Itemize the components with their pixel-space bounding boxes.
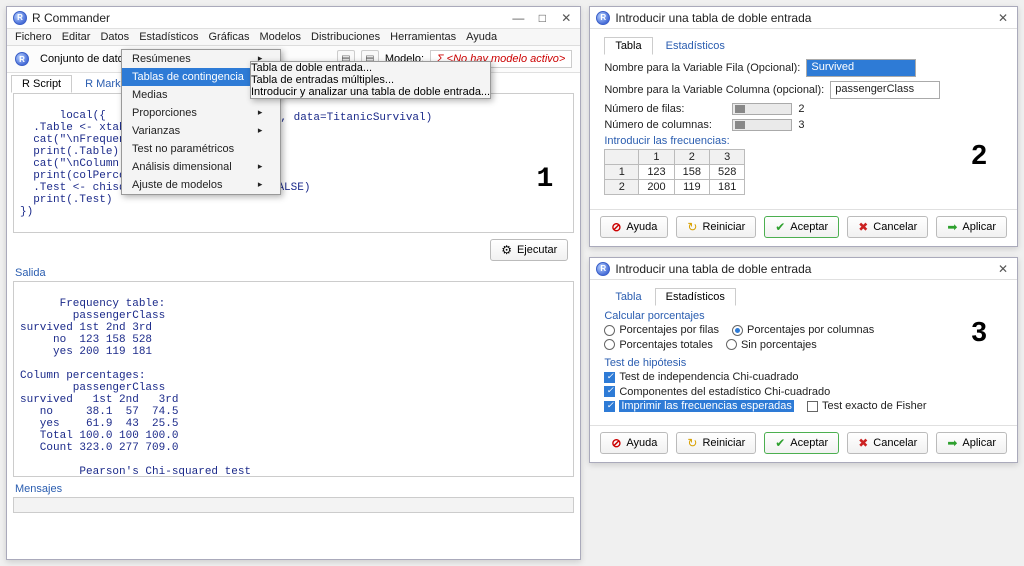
annotation-3: 3 <box>971 316 987 348</box>
nrows-slider[interactable] <box>732 103 792 115</box>
ncols-label: Número de columnas: <box>604 119 726 131</box>
tab-tabla[interactable]: Tabla <box>604 288 652 306</box>
col-var-input[interactable]: passengerClass <box>830 81 940 99</box>
check-expected[interactable]: Imprimir las frecuencias esperadas <box>604 400 794 412</box>
apply-button[interactable]: ➡Aplicar <box>936 432 1007 454</box>
cancel-icon: ✖ <box>858 220 868 234</box>
accept-button[interactable]: ✔Aceptar <box>764 432 839 454</box>
reset-icon: ↻ <box>687 436 697 450</box>
reset-button[interactable]: ↻Reiniciar <box>676 432 756 454</box>
window-title: R Commander <box>32 11 110 25</box>
menu-estadisticos[interactable]: Estadísticos <box>139 31 198 43</box>
sub-introducir-analizar[interactable]: Introducir y analizar una tabla de doble… <box>251 86 490 98</box>
close-button[interactable]: ✕ <box>558 11 574 25</box>
freq-table[interactable]: 123 1123158528 2200119181 <box>604 149 745 195</box>
radio-pct-col[interactable]: Porcentajes por columnas <box>732 324 874 336</box>
minimize-button[interactable]: — <box>510 11 526 25</box>
check-components[interactable]: Componentes del estadístico Chi-cuadrado <box>604 386 830 398</box>
tab-estadisticos[interactable]: Estadísticos <box>655 37 736 55</box>
ncols-value: 3 <box>798 119 804 131</box>
col-var-label: Nombre para la Variable Columna (opciona… <box>604 84 824 96</box>
nrows-value: 2 <box>798 103 804 115</box>
help-button[interactable]: ⊘Ayuda <box>600 432 668 454</box>
annotation-2: 2 <box>971 139 987 171</box>
nrows-label: Número de filas: <box>604 103 726 115</box>
help-button[interactable]: ⊘Ayuda <box>600 216 668 238</box>
annotation-1: 1 <box>537 164 554 195</box>
reset-icon: ↻ <box>687 220 697 234</box>
tab-rscript[interactable]: R Script <box>11 75 72 93</box>
row-var-input[interactable]: Survived <box>806 59 916 77</box>
gear-run-icon: ⚙ <box>501 243 512 257</box>
menu-fichero[interactable]: Fichero <box>15 31 52 43</box>
tab-estadisticos[interactable]: Estadísticos <box>655 288 736 306</box>
r-logo-icon: R <box>596 262 610 276</box>
check-fisher[interactable]: Test exacto de Fisher <box>807 400 927 412</box>
mensajes-pane[interactable] <box>13 497 574 513</box>
menu-datos[interactable]: Datos <box>100 31 129 43</box>
tab-tabla[interactable]: Tabla <box>604 37 652 55</box>
freq-label: Introducir las frecuencias: <box>604 135 1003 147</box>
dialog3-title: Introducir una tabla de doble entrada <box>615 262 811 276</box>
output-pane[interactable]: Frequency table: passengerClass survived… <box>13 281 574 477</box>
check-icon: ✔ <box>775 220 785 234</box>
script-pane[interactable]: local({ .Table <- xtab cat("\nFrequenc p… <box>13 93 574 233</box>
accept-button[interactable]: ✔Aceptar <box>764 216 839 238</box>
mensajes-label: Mensajes <box>7 481 580 497</box>
sub-tabla-doble[interactable]: Tabla de doble entrada... <box>251 62 490 74</box>
salida-label: Salida <box>7 265 580 281</box>
dialog3-buttons: ⊘Ayuda ↻Reiniciar ✔Aceptar ✖Cancelar ➡Ap… <box>590 425 1017 462</box>
menu-ayuda[interactable]: Ayuda <box>466 31 497 43</box>
apply-button[interactable]: ➡Aplicar <box>936 216 1007 238</box>
ncols-slider[interactable] <box>732 119 792 131</box>
reset-button[interactable]: ↻Reiniciar <box>676 216 756 238</box>
titlebar: R R Commander — □ ✕ <box>7 7 580 29</box>
cancel-button[interactable]: ✖Cancelar <box>847 216 928 238</box>
r-logo-icon: R <box>15 52 29 66</box>
rcommander-window: R R Commander — □ ✕ Fichero Editar Datos… <box>6 6 581 560</box>
pct-group-label: Calcular porcentajes <box>604 310 1003 322</box>
menu-distribuciones[interactable]: Distribuciones <box>311 31 380 43</box>
cancel-button[interactable]: ✖Cancelar <box>847 432 928 454</box>
help-icon: ⊘ <box>611 220 621 234</box>
stat-ajuste[interactable]: Ajuste de modelos <box>122 176 280 194</box>
r-logo-icon: R <box>596 11 610 25</box>
menu-herramientas[interactable]: Herramientas <box>390 31 456 43</box>
dialog2-title: Introducir una tabla de doble entrada <box>615 11 811 25</box>
sub-tabla-multiples[interactable]: Tabla de entradas múltiples... <box>251 74 490 86</box>
maximize-button[interactable]: □ <box>534 11 550 25</box>
execute-button[interactable]: ⚙ Ejecutar <box>490 239 568 261</box>
menu-modelos[interactable]: Modelos <box>259 31 301 43</box>
stat-nonparam[interactable]: Test no paramétricos <box>122 140 280 158</box>
dialog-tabla: R Introducir una tabla de doble entrada … <box>589 6 1018 247</box>
close-button[interactable]: ✕ <box>995 262 1011 276</box>
hyp-group-label: Test de hipótesis <box>604 357 1003 369</box>
check-icon: ✔ <box>775 436 785 450</box>
menu-editar[interactable]: Editar <box>62 31 91 43</box>
close-button[interactable]: ✕ <box>995 11 1011 25</box>
stat-proporciones[interactable]: Proporciones <box>122 104 280 122</box>
stat-submenu: Tabla de doble entrada... Tabla de entra… <box>250 61 491 99</box>
radio-pct-none[interactable]: Sin porcentajes <box>726 339 817 351</box>
apply-icon: ➡ <box>947 220 957 234</box>
output-text: Frequency table: passengerClass survived… <box>20 298 317 477</box>
dialog-estadisticos: R Introducir una tabla de doble entrada … <box>589 257 1018 463</box>
stat-varianzas[interactable]: Varianzas <box>122 122 280 140</box>
execute-label: Ejecutar <box>517 244 557 256</box>
radio-pct-row[interactable]: Porcentajes por filas <box>604 324 719 336</box>
dialog2-buttons: ⊘Ayuda ↻Reiniciar ✔Aceptar ✖Cancelar ➡Ap… <box>590 209 1017 246</box>
row-var-label: Nombre para la Variable Fila (Opcional): <box>604 62 800 74</box>
check-chisq[interactable]: Test de independencia Chi-cuadrado <box>604 371 798 383</box>
dataset-label: Conjunto de dato <box>40 53 124 65</box>
r-logo-icon: R <box>13 11 27 25</box>
cancel-icon: ✖ <box>858 436 868 450</box>
menu-graficas[interactable]: Gráficas <box>209 31 250 43</box>
radio-pct-total[interactable]: Porcentajes totales <box>604 339 713 351</box>
help-icon: ⊘ <box>611 436 621 450</box>
menubar: Fichero Editar Datos Estadísticos Gráfic… <box>7 29 580 46</box>
apply-icon: ➡ <box>947 436 957 450</box>
stat-dimensional[interactable]: Análisis dimensional <box>122 158 280 176</box>
